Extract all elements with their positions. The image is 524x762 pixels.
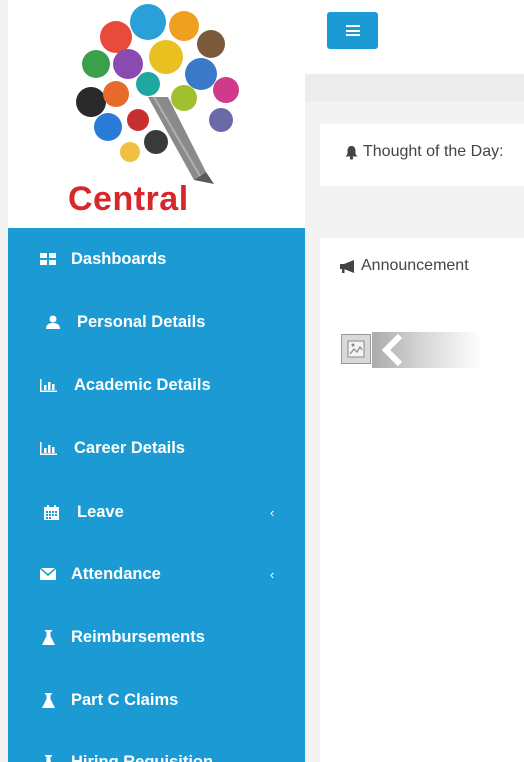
sidebar-item-label: Attendance <box>71 564 161 583</box>
chevron-left-icon: ‹ <box>270 504 275 520</box>
sidebar-item-label: Career Details <box>74 438 185 457</box>
hand-leaves <box>76 4 239 162</box>
announcement-title: Announcement <box>340 257 469 275</box>
announcement-title-text: Announcement <box>361 257 469 274</box>
app-root: Central Dashboards Personal Details Acad… <box>0 0 524 762</box>
calendar-icon <box>42 504 60 520</box>
logo-text: Central <box>68 180 189 218</box>
bar-chart-icon <box>39 440 57 456</box>
sidebar-item-label: Leave <box>77 502 124 521</box>
flask-icon <box>39 754 57 762</box>
sidebar: Central Dashboards Personal Details Acad… <box>8 0 305 762</box>
thought-of-the-day-card: Thought of the Day: <box>320 124 524 186</box>
thought-title: Thought of the Day: <box>344 143 504 161</box>
sidebar-item-hiring-requisition[interactable]: Hiring Requisition <box>8 742 305 762</box>
sidebar-toggle-button[interactable] <box>327 12 378 49</box>
announcement-card: Announcement <box>320 238 524 762</box>
logo[interactable]: Central <box>8 0 305 228</box>
sidebar-item-part-c-claims[interactable]: Part C Claims <box>8 680 305 720</box>
sidebar-item-career-details[interactable]: Career Details <box>8 428 305 468</box>
sidebar-nav: Dashboards Personal Details Academic Det… <box>8 228 305 762</box>
hamburger-icon <box>345 25 360 36</box>
sidebar-item-attendance[interactable]: Attendance ‹ <box>8 554 305 594</box>
slider-prev-button[interactable] <box>378 332 408 368</box>
bar-chart-icon <box>39 377 57 393</box>
sidebar-item-label: Academic Details <box>74 375 211 394</box>
sidebar-item-label: Reimbursements <box>71 627 205 646</box>
bell-icon <box>344 145 359 160</box>
sidebar-item-academic-details[interactable]: Academic Details <box>8 365 305 405</box>
top-bar <box>305 0 524 74</box>
sidebar-item-leave[interactable]: Leave ‹ <box>8 492 305 532</box>
sidebar-item-label: Hiring Requisition <box>71 752 214 762</box>
sidebar-item-label: Personal Details <box>77 312 206 331</box>
thought-title-text: Thought of the Day: <box>363 143 504 160</box>
flask-icon <box>39 629 57 645</box>
broken-image-icon <box>341 334 371 364</box>
flask-icon <box>39 692 57 708</box>
bullhorn-icon <box>340 259 357 273</box>
user-icon <box>44 314 62 330</box>
dashboard-grid-icon <box>39 251 57 267</box>
header-strip <box>305 74 524 102</box>
sidebar-item-label: Dashboards <box>71 249 167 268</box>
chevron-left-icon: ‹ <box>270 566 275 582</box>
sidebar-item-reimbursements[interactable]: Reimbursements <box>8 617 305 657</box>
sidebar-item-dashboards[interactable]: Dashboards <box>8 239 305 279</box>
logo-tree-icon <box>76 4 239 184</box>
sidebar-item-personal-details[interactable]: Personal Details <box>8 302 305 342</box>
sidebar-item-label: Part C Claims <box>71 690 179 709</box>
envelope-icon <box>39 566 57 582</box>
chevron-left-icon <box>382 334 403 366</box>
